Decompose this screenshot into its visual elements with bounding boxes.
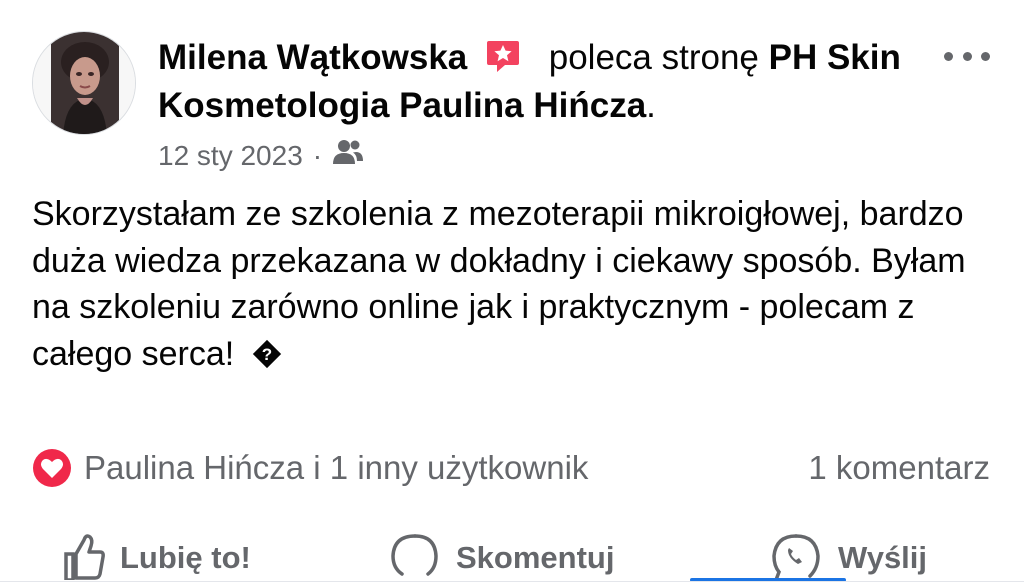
dot-icon <box>944 51 953 61</box>
post-header: Milena Wątkowska poleca stronę PH Skin K… <box>158 34 928 130</box>
whatsapp-icon <box>772 534 820 580</box>
svg-text:?: ? <box>261 345 271 364</box>
like-button[interactable]: Lubię to! <box>62 528 251 580</box>
recommend-star-icon <box>483 37 521 75</box>
comments-count[interactable]: 1 komentarz <box>808 448 990 488</box>
thumbs-up-icon <box>64 534 105 580</box>
post-actions: Lubię to! Skomentuj Wyślij <box>0 528 1024 585</box>
comment-label: Skomentuj <box>456 540 615 575</box>
unknown-emoji-icon: ? <box>252 335 282 368</box>
meta-separator: · <box>312 139 323 171</box>
comment-bubble-icon <box>391 534 438 576</box>
divider <box>0 581 1024 582</box>
avatar-photo <box>33 32 135 134</box>
recommend-verb: poleca stronę <box>548 38 759 77</box>
comment-button[interactable]: Skomentuj <box>388 528 614 580</box>
post-body-text: Skorzystałam ze szkolenia z mezoterapii … <box>32 195 966 373</box>
friends-icon <box>332 138 364 173</box>
send-label: Wyślij <box>838 540 928 575</box>
post-body: Skorzystałam ze szkolenia z mezoterapii … <box>32 191 992 377</box>
dot-icon <box>962 51 972 61</box>
reactions-text: Paulina Hińcza i 1 inny użytkownik <box>84 449 589 486</box>
author-avatar[interactable] <box>32 31 136 135</box>
like-label: Lubię to! <box>120 540 251 575</box>
page-name-suffix: . <box>646 86 656 125</box>
more-options-button[interactable] <box>944 44 990 68</box>
love-reaction-icon <box>33 449 71 487</box>
recommendation-post: Milena Wątkowska poleca stronę PH Skin K… <box>0 0 1024 585</box>
dot-icon <box>981 51 990 61</box>
send-button[interactable]: Wyślij <box>768 528 927 580</box>
post-date[interactable]: 12 sty 2023 <box>158 140 303 172</box>
post-meta: 12 sty 2023 · <box>158 138 364 173</box>
reactions-summary[interactable]: Paulina Hińcza i 1 inny użytkownik <box>32 448 588 488</box>
author-name[interactable]: Milena Wątkowska <box>158 38 467 77</box>
